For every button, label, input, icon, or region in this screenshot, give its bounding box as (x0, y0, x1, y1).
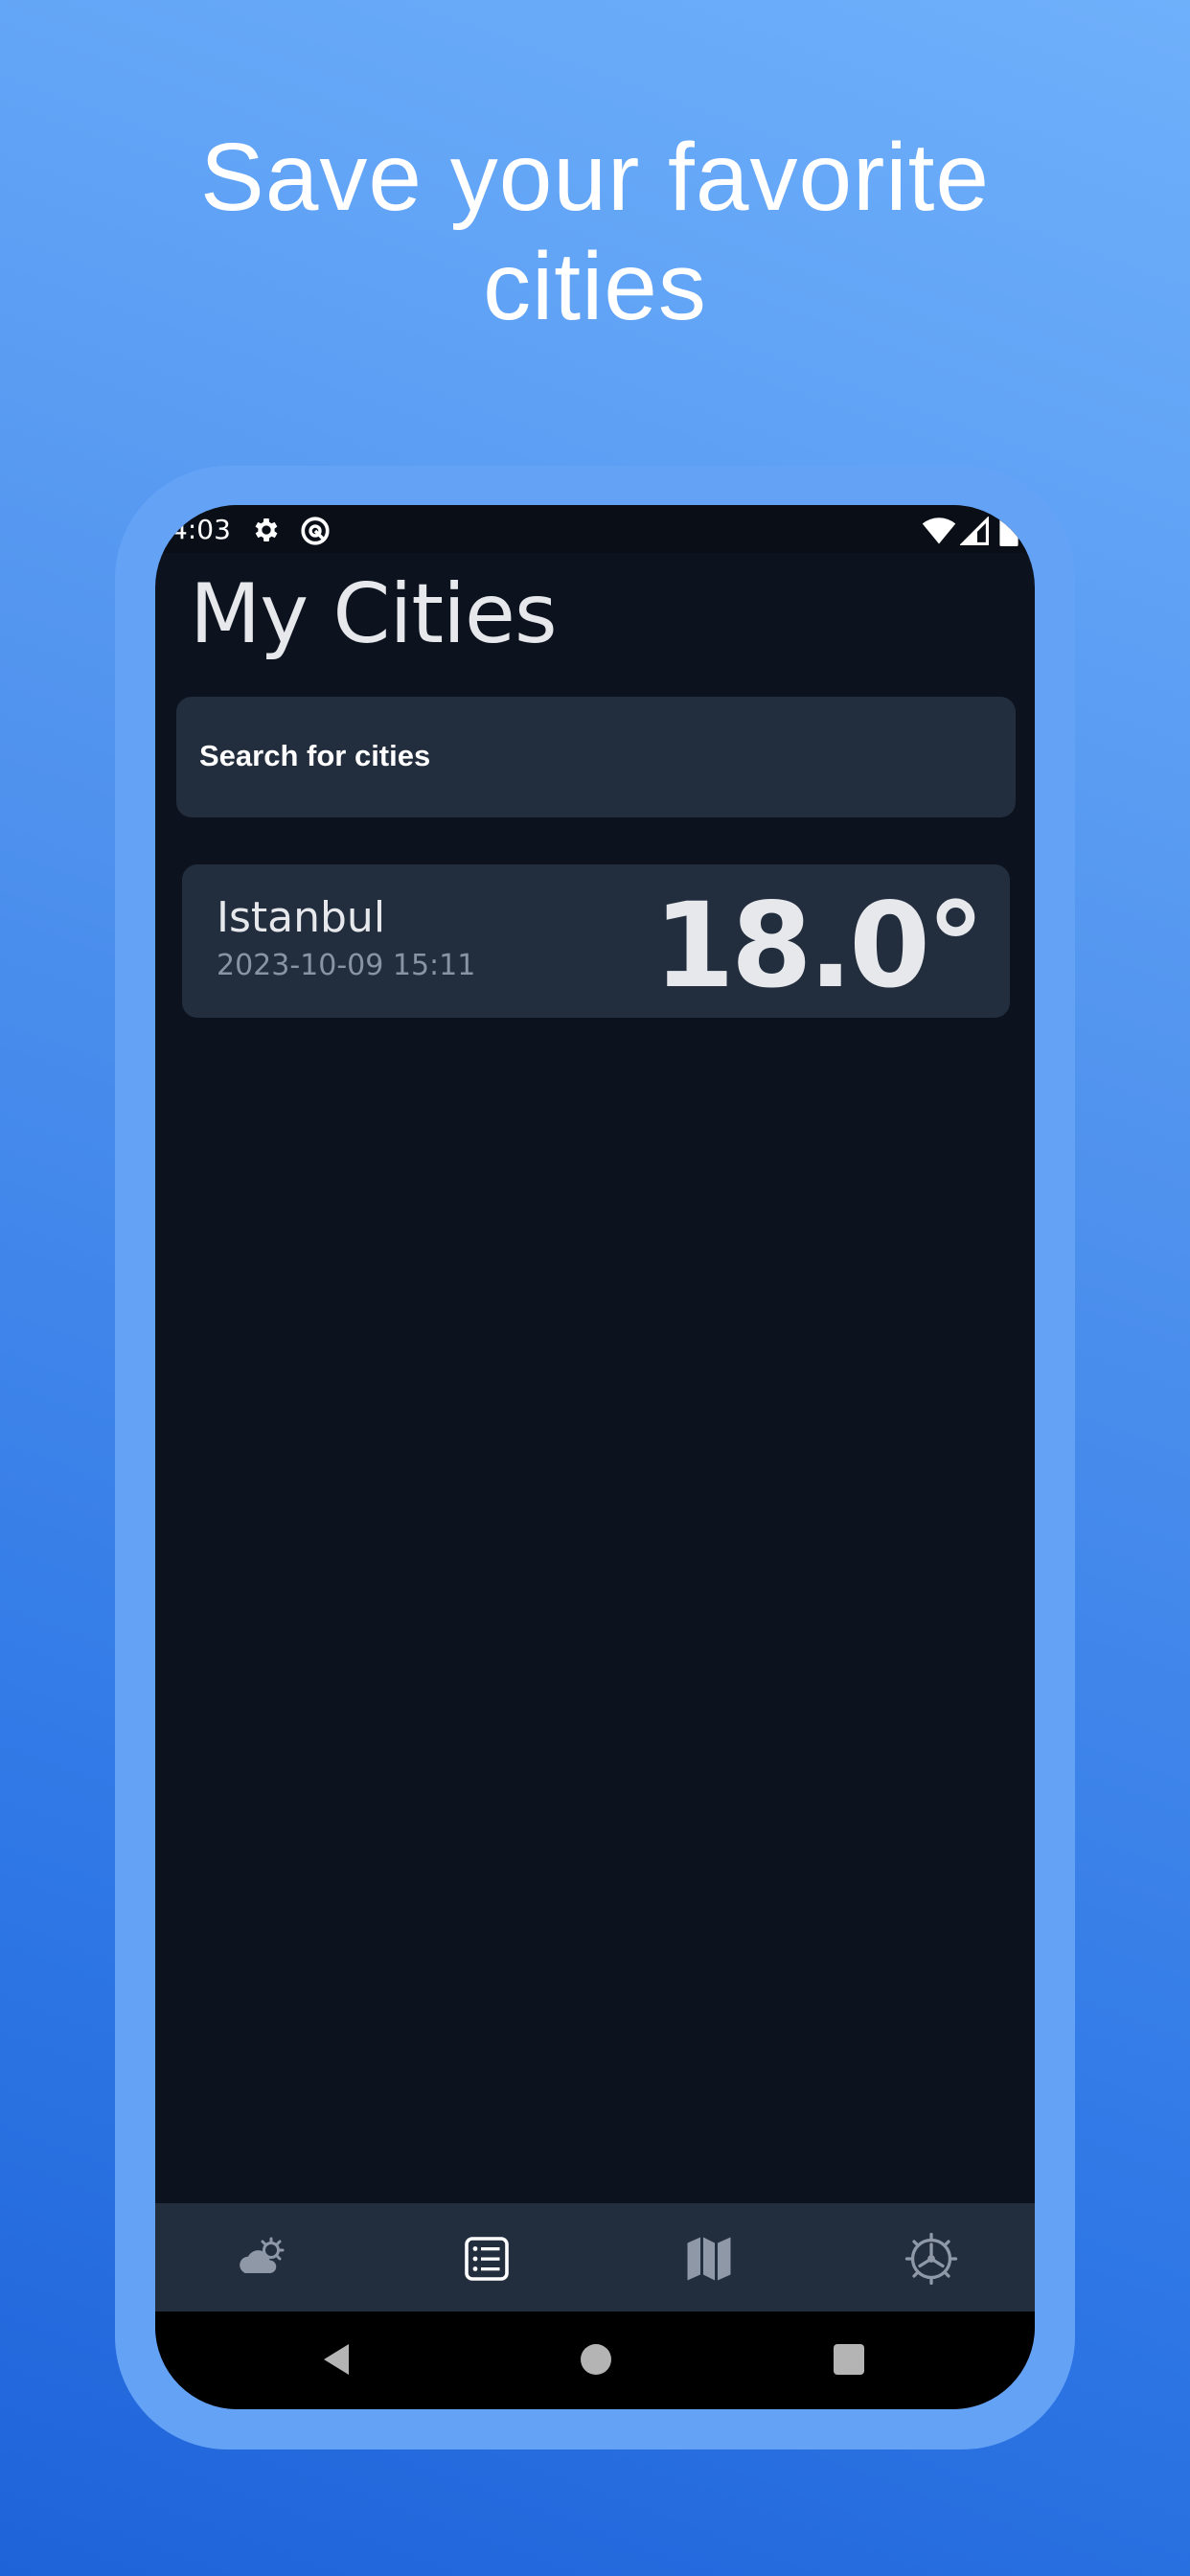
list-icon[interactable] (458, 2230, 515, 2288)
system-navigation-bar (155, 2312, 1035, 2409)
vpn-icon (299, 515, 332, 551)
city-temperature: 18.0° (652, 878, 985, 1014)
city-card[interactable]: Istanbul 2023-10-09 15:11 18.0° (182, 864, 1010, 1018)
back-icon[interactable] (318, 2340, 356, 2382)
cell-signal-icon (959, 516, 990, 549)
map-icon[interactable] (680, 2230, 738, 2288)
promo-headline-line1: Save your favorite (200, 124, 990, 231)
city-datetime: 2023-10-09 15:11 (217, 949, 476, 982)
search-placeholder: Search for cities (199, 739, 431, 772)
wifi-icon (922, 517, 956, 549)
page-title: My Cities (190, 566, 558, 662)
battery-icon (998, 516, 1019, 550)
weather-icon[interactable] (234, 2230, 291, 2288)
home-icon[interactable] (577, 2340, 615, 2382)
phone-screen: 4:03 My Cities Search for cities Istanbu… (155, 505, 1035, 2409)
search-input[interactable]: Search for cities (176, 697, 1016, 817)
recents-icon[interactable] (830, 2340, 868, 2382)
city-name: Istanbul (217, 893, 386, 942)
promo-headline: Save your favorite cities (0, 123, 1190, 341)
status-time: 4:03 (171, 514, 231, 545)
promo-headline-line2: cities (483, 233, 707, 340)
bottom-navigation (155, 2203, 1035, 2312)
status-bar: 4:03 (155, 505, 1035, 553)
settings-icon[interactable] (903, 2230, 960, 2288)
settings-gear-icon (251, 515, 282, 549)
